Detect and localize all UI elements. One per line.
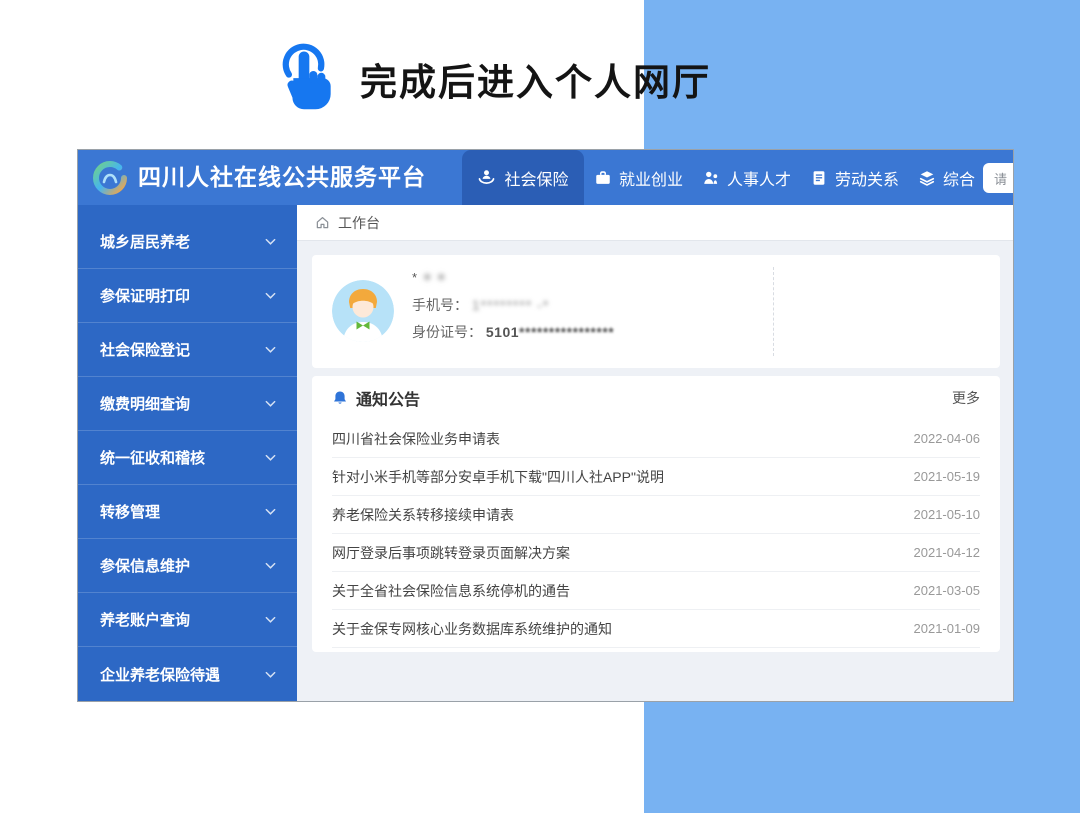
sidebar-item-social-insurance-registration[interactable]: 社会保险登记 [78,323,297,377]
contract-icon [810,169,828,187]
breadcrumb-label[interactable]: 工作台 [338,213,380,233]
chevron-down-icon [264,235,277,248]
notice-item-title[interactable]: 关于全省社会保险信息系统停机的通告 [332,581,570,601]
sidebar-item-label: 缴费明细查询 [100,393,190,414]
sidebar-item-label: 参保证明打印 [100,285,190,306]
notice-list-item[interactable]: 四川省社会保险业务申请表 2022-04-06 [332,420,980,458]
avatar-illustration [332,280,394,342]
layers-icon [918,169,936,187]
nav-tab-label: 人事人才 [727,166,791,190]
notice-list-item[interactable]: 养老保险关系转移接续申请表 2021-05-10 [332,496,980,534]
chevron-down-icon [264,613,277,626]
sidebar-item-insurance-info-maintenance[interactable]: 参保信息维护 [78,539,297,593]
sidebar-item-label: 社会保险登记 [100,339,190,360]
nav-tab-label: 就业创业 [619,166,683,190]
notice-card: 通知公告 更多 四川省社会保险业务申请表 2022-04-06 针对小米手机等部… [312,376,1000,652]
profile-id-label: 身份证号： [412,324,482,340]
breadcrumb: 工作台 [297,205,1013,241]
bell-icon [332,390,348,406]
sidebar-item-enterprise-pension-benefits[interactable]: 企业养老保险待遇 [78,647,297,701]
nav-tab-talent[interactable]: 人事人才 [702,166,791,190]
nav-tab-labor-relations[interactable]: 劳动关系 [810,166,899,190]
notice-item-title[interactable]: 针对小米手机等部分安卓手机下载"四川人社APP"说明 [332,467,664,487]
chevron-down-icon [264,668,277,681]
sidebar-item-label: 统一征收和稽核 [100,447,205,468]
notice-item-date: 2022-04-06 [914,431,981,446]
sidebar-menu: 城乡居民养老 参保证明打印 社会保险登记 缴费明细查询 统一征收和稽核 转移管理 [78,205,297,701]
sidebar-item-payment-details[interactable]: 缴费明细查询 [78,377,297,431]
profile-phone-row: 手机号： 1******** -* [412,295,614,315]
notice-item-title[interactable]: 关于金保专网核心业务数据库系统维护的通知 [332,619,612,639]
portal-header: 四川人社在线公共服务平台 社会保险 就业创业 [78,150,1013,205]
notice-list-item[interactable]: 关于金保专网核心业务数据库系统维护的通知 2021-01-09 [332,610,980,648]
notice-item-date: 2021-05-10 [914,507,981,522]
home-icon [315,215,330,230]
profile-id-mask: **************** [519,324,614,340]
sidebar-item-label: 养老账户查询 [100,609,190,630]
sidebar-item-transfer-management[interactable]: 转移管理 [78,485,297,539]
chevron-down-icon [264,289,277,302]
portal-brand-title: 四川人社在线公共服务平台 [138,150,426,205]
header-search-input[interactable]: 请 [983,163,1013,193]
profile-phone-value: 1******** -* [472,297,549,313]
sidebar-item-insurance-certificate[interactable]: 参保证明打印 [78,269,297,323]
sidebar-item-label: 转移管理 [100,501,160,522]
sidebar-item-label: 企业养老保险待遇 [100,664,220,685]
notice-list-item[interactable]: 针对小米手机等部分安卓手机下载"四川人社APP"说明 2021-05-19 [332,458,980,496]
profile-name-masked: ＊＊ [421,270,449,285]
notice-item-title[interactable]: 网厅登录后事项跳转登录页面解决方案 [332,543,570,563]
portal-nav: 就业创业 人事人才 [594,150,975,205]
nav-tab-label: 社会保险 [504,166,568,190]
notice-list-item[interactable]: 关于全省社会保险信息系统停机的通告 2021-03-05 [332,572,980,610]
chevron-down-icon [264,343,277,356]
people-icon [702,169,720,187]
sidebar-item-label: 参保信息维护 [100,555,190,576]
nav-tab-label: 综合 [943,166,975,190]
headline: 完成后进入个人网厅 [272,34,711,124]
profile-id-row: 身份证号： 5101**************** [412,322,614,342]
profile-id-prefix: 5101 [486,324,519,340]
notice-title-group: 通知公告 [332,386,420,410]
chevron-down-icon [264,451,277,464]
social-insurance-icon [477,168,496,187]
avatar [332,280,394,342]
notice-item-title[interactable]: 四川省社会保险业务申请表 [332,429,500,449]
briefcase-icon [594,169,612,187]
notice-item-date: 2021-03-05 [914,583,981,598]
profile-phone-label: 手机号： [412,297,468,313]
notice-list-item[interactable]: 网厅登录后事项跳转登录页面解决方案 2021-04-12 [332,534,980,572]
search-placeholder-text: 请 [994,169,1007,188]
notice-item-date: 2021-05-19 [914,469,981,484]
chevron-down-icon [264,559,277,572]
sidebar-item-pension-account-query[interactable]: 养老账户查询 [78,593,297,647]
notice-item-date: 2021-04-12 [914,545,981,560]
chevron-down-icon [264,505,277,518]
nav-tab-employment[interactable]: 就业创业 [594,166,683,190]
notice-header: 通知公告 更多 [332,376,980,420]
notice-item-date: 2021-01-09 [914,621,981,636]
sidebar-item-unified-collection[interactable]: 统一征收和稽核 [78,431,297,485]
profile-name-visible: * [412,270,417,285]
profile-card: * ＊＊ 手机号： 1******** -* 身份证号： 5101*******… [312,255,1000,368]
content-area: 工作台 * ＊＊ [297,205,1013,701]
nav-tab-label: 劳动关系 [835,166,899,190]
notice-item-title[interactable]: 养老保险关系转移接续申请表 [332,505,514,525]
profile-info: * ＊＊ 手机号： 1******** -* 身份证号： 5101*******… [412,267,614,349]
sidebar-item-urban-rural-pension[interactable]: 城乡居民养老 [78,215,297,269]
notice-more-link[interactable]: 更多 [952,388,980,408]
headline-text: 完成后进入个人网厅 [360,52,711,106]
sidebar-item-label: 城乡居民养老 [100,231,190,252]
page-canvas: 完成后进入个人网厅 四川人社在线公共服务平台 [0,0,1080,813]
profile-card-divider [773,267,774,356]
nav-tab-general[interactable]: 综合 [918,166,975,190]
chevron-down-icon [264,397,277,410]
notice-title: 通知公告 [356,386,420,410]
tap-hand-icon [272,38,336,120]
profile-name: * ＊＊ [412,267,614,286]
portal-logo-icon [91,159,129,197]
nav-tab-social-insurance[interactable]: 社会保险 [462,150,584,205]
portal-window: 四川人社在线公共服务平台 社会保险 就业创业 [78,150,1013,701]
